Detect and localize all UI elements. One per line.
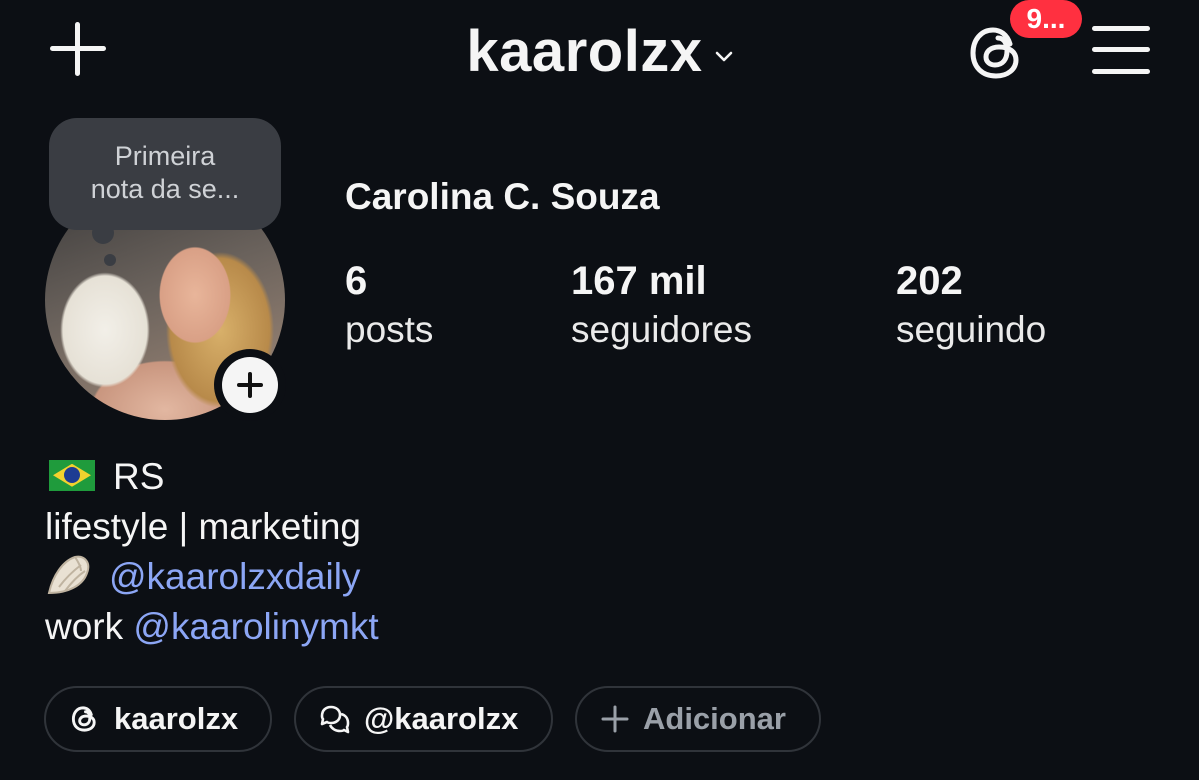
note-text: Primeira nota da se...	[90, 141, 240, 204]
add-chip-label: Adicionar	[643, 701, 786, 736]
following-label: seguindo	[896, 309, 1047, 350]
posts-count: 6	[345, 259, 368, 303]
menu-button[interactable]	[1092, 24, 1150, 76]
add-story-button[interactable]	[214, 349, 286, 421]
chevron-down-icon	[715, 51, 732, 62]
following-count: 202	[896, 259, 963, 303]
bio-line-work: work @kaarolinymkt	[45, 602, 379, 652]
followers-stat[interactable]: 167 mil seguidores	[571, 258, 752, 356]
hamburger-menu-icon	[1092, 26, 1150, 31]
message-chip-label: @kaarolzx	[364, 701, 519, 736]
bio: RS lifestyle | marketing @kaarolzxdaily …	[45, 452, 379, 652]
threads-profile-chip[interactable]: kaarolzx	[44, 686, 272, 752]
menu-line	[1092, 69, 1150, 74]
full-name: Carolina C. Souza	[345, 176, 660, 217]
threads-chip-label: kaarolzx	[114, 701, 239, 736]
posts-stat[interactable]: 6 posts	[345, 258, 433, 356]
username-title: kaarolzx	[466, 19, 703, 84]
bio-category: lifestyle | marketing	[45, 506, 361, 547]
followers-label: seguidores	[571, 309, 753, 350]
followers-count: 167 mil	[571, 259, 707, 303]
note-bubble-tail	[104, 254, 116, 266]
message-bubbles-icon	[320, 705, 350, 734]
add-link-chip[interactable]: Adicionar	[575, 686, 821, 752]
spiral-shell-icon	[47, 555, 90, 595]
message-account-chip[interactable]: @kaarolzx	[294, 686, 553, 752]
threads-icon	[71, 706, 96, 732]
work-account-link[interactable]: @kaarolinymkt	[133, 606, 378, 647]
posts-label: posts	[345, 309, 434, 350]
bio-location: RS	[113, 456, 165, 497]
plus-icon	[222, 357, 278, 413]
daily-account-link[interactable]: @kaarolzxdaily	[109, 556, 360, 597]
bio-line-location: RS	[45, 452, 379, 502]
plus-icon	[601, 705, 629, 733]
menu-line	[1092, 47, 1150, 52]
bio-line-daily: @kaarolzxdaily	[45, 552, 379, 602]
bio-work-label: work	[45, 606, 134, 647]
following-stat[interactable]: 202 seguindo	[896, 258, 1046, 356]
notification-badge: 9...	[1010, 0, 1082, 38]
brazil-flag-icon	[49, 459, 95, 491]
note-bubble[interactable]: Primeira nota da se...	[49, 118, 281, 230]
bio-line-category: lifestyle | marketing	[45, 502, 379, 552]
